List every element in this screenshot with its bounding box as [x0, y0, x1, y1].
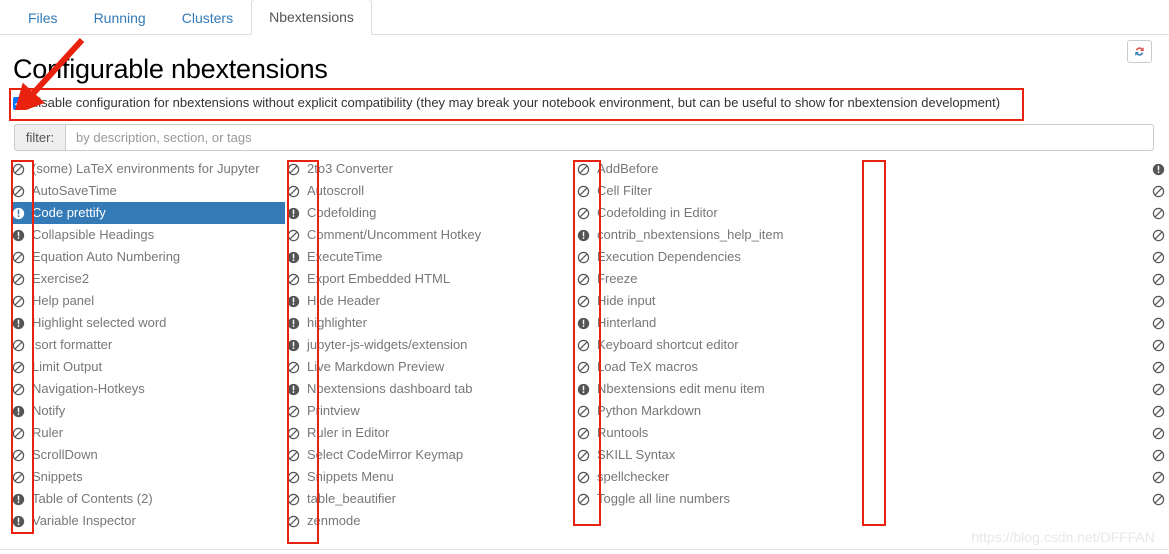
- nbextension-column-4: Autopep8Code Font SizeCodeMirror mode ex…: [287, 158, 1165, 532]
- no-entry-icon: [1152, 251, 1165, 263]
- nbextension-item-label: Gist-it: [1165, 268, 1169, 290]
- nbextension-item-label: Skip-Traceback: [1165, 444, 1169, 466]
- filter-row: filter:: [14, 124, 1154, 151]
- nbextension-item[interactable]: Gist-it: [1152, 268, 1165, 290]
- no-entry-icon: [1152, 273, 1165, 285]
- no-entry-icon: [1152, 339, 1165, 351]
- tab-files[interactable]: Files: [10, 0, 76, 35]
- no-entry-icon: [1152, 493, 1165, 505]
- nbextension-item[interactable]: Initialization cells: [1152, 312, 1165, 334]
- refresh-icon: [1135, 47, 1144, 56]
- nbextension-item[interactable]: Rubberband: [1152, 400, 1165, 422]
- refresh-button[interactable]: [1127, 40, 1152, 63]
- no-entry-icon: [1152, 449, 1165, 461]
- no-entry-icon: [1152, 229, 1165, 241]
- nbextension-item[interactable]: Tree Filter: [1152, 488, 1165, 510]
- nbextension-item[interactable]: Hide input all: [1152, 290, 1165, 312]
- bottom-divider: [0, 549, 1169, 550]
- filter-label: filter:: [14, 124, 65, 151]
- no-entry-icon: [1152, 361, 1165, 373]
- tab-clusters[interactable]: Clusters: [164, 0, 251, 35]
- nbextension-item[interactable]: nbTranslate: [1152, 378, 1165, 400]
- disable-configuration-checkbox[interactable]: [13, 97, 26, 110]
- no-entry-icon: [1152, 383, 1165, 395]
- nbextension-item-label: Scratchpad: [1165, 422, 1169, 444]
- no-entry-icon: [1152, 317, 1165, 329]
- nbextension-item-label: Split Cells Notebook: [1165, 466, 1169, 488]
- no-entry-icon: [1152, 295, 1165, 307]
- nbextension-item-label: Tree Filter: [1165, 488, 1169, 510]
- tab-running[interactable]: Running: [76, 0, 164, 35]
- nbextension-item-label: Launch QTConsole: [1165, 334, 1169, 356]
- nbextension-item[interactable]: Launch QTConsole: [1152, 334, 1165, 356]
- nbextension-item[interactable]: datestamper: [1152, 224, 1165, 246]
- nbextension-item-label: Initialization cells: [1165, 312, 1169, 334]
- nbextension-item-label: CodeMirror mode extensions: [1165, 202, 1169, 224]
- nbextensions-list: (some) LaTeX environments for Jupyter Aut…: [0, 158, 1169, 532]
- no-entry-icon: [1152, 207, 1165, 219]
- nbextension-item-label: Autopep8: [1165, 158, 1169, 180]
- filter-input[interactable]: [65, 124, 1154, 151]
- nbextension-item-label: Hide input all: [1165, 290, 1169, 312]
- page-title: Configurable nbextensions: [13, 54, 328, 84]
- nbextension-item-label: Move selected cells: [1165, 356, 1169, 378]
- no-entry-icon: [1152, 471, 1165, 483]
- nbextension-item-label: Exercise: [1165, 246, 1169, 268]
- nbextension-item[interactable]: Scratchpad: [1152, 422, 1165, 444]
- watermark-text: https://blog.csdn.net/DFFFAN: [971, 529, 1155, 545]
- no-entry-icon: [1152, 405, 1165, 417]
- notebook-tab-bar: Files Running Clusters Nbextensions: [0, 0, 1169, 35]
- tab-list: Files Running Clusters Nbextensions: [10, 0, 372, 35]
- nbextension-item[interactable]: Split Cells Notebook: [1152, 466, 1165, 488]
- nbextension-item-label: Code Font Size: [1165, 180, 1169, 202]
- nbextension-item[interactable]: Skip-Traceback: [1152, 444, 1165, 466]
- info-circle-icon: [1152, 163, 1165, 175]
- nbextension-item-label: nbTranslate: [1165, 378, 1169, 400]
- tab-nbextensions[interactable]: Nbextensions: [251, 0, 372, 35]
- nbextension-item-label: Rubberband: [1165, 400, 1169, 422]
- nbextension-item-label: datestamper: [1165, 224, 1169, 246]
- no-entry-icon: [1152, 185, 1165, 197]
- nbextension-item[interactable]: CodeMirror mode extensions: [1152, 202, 1165, 224]
- nbextension-item[interactable]: Code Font Size: [1152, 180, 1165, 202]
- disable-configuration-label: disable configuration for nbextensions w…: [31, 95, 1001, 110]
- disable-configuration-row[interactable]: disable configuration for nbextensions w…: [13, 95, 1023, 111]
- nbextension-item[interactable]: Autopep8: [1152, 158, 1165, 180]
- nbextension-item[interactable]: Move selected cells: [1152, 356, 1165, 378]
- no-entry-icon: [1152, 427, 1165, 439]
- nbextension-item[interactable]: Exercise: [1152, 246, 1165, 268]
